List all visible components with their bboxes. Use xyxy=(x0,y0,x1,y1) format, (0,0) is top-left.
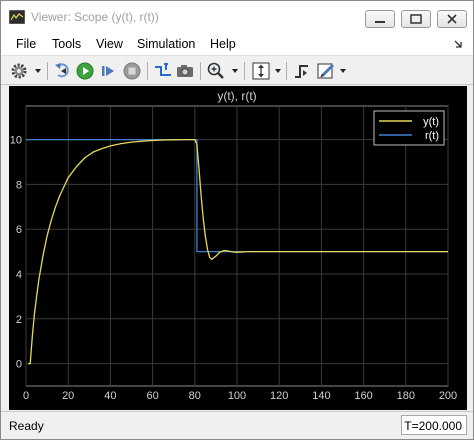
menu-help[interactable]: Help xyxy=(210,37,236,51)
scale-axes-icon[interactable] xyxy=(251,61,271,81)
toolbar-separator xyxy=(147,62,148,80)
scope-app-icon xyxy=(9,10,25,24)
gear-icon[interactable] xyxy=(9,61,29,81)
menu-simulation[interactable]: Simulation xyxy=(137,37,195,51)
run-icon[interactable] xyxy=(75,61,95,81)
x-tick-label: 100 xyxy=(228,390,246,402)
x-tick-label: 40 xyxy=(104,390,116,402)
y-tick-label: 4 xyxy=(16,269,22,281)
toolbar-separator xyxy=(47,62,48,80)
style-dropdown-icon[interactable] xyxy=(340,69,346,73)
close-button[interactable] xyxy=(437,10,467,28)
x-tick-label: 0 xyxy=(23,390,29,402)
x-tick-label: 200 xyxy=(439,390,457,402)
step-back-icon[interactable] xyxy=(53,61,73,81)
menu-view[interactable]: View xyxy=(96,37,123,51)
zoom-icon[interactable] xyxy=(206,61,226,81)
scope-window: Viewer: Scope (y(t), r(t)) File Tools Vi… xyxy=(0,0,474,440)
simulation-time: T=200.000 xyxy=(404,419,462,433)
x-tick-label: 60 xyxy=(146,390,158,402)
toolbar-separator xyxy=(200,62,201,80)
toolbar xyxy=(1,55,473,85)
legend-label: y(t) xyxy=(423,116,439,128)
x-tick-label: 160 xyxy=(354,390,372,402)
title-bar[interactable]: Viewer: Scope (y(t), r(t)) xyxy=(1,1,473,33)
status-text: Ready xyxy=(9,419,44,433)
triggers-icon[interactable] xyxy=(292,61,312,81)
menu-tools[interactable]: Tools xyxy=(52,37,81,51)
x-tick-label: 140 xyxy=(312,390,330,402)
menu-file[interactable]: File xyxy=(16,37,36,51)
zoom-dropdown-icon[interactable] xyxy=(232,69,238,73)
simulation-time-box: T=200.000 xyxy=(401,415,467,435)
toolbar-separator xyxy=(244,62,245,80)
y-tick-label: 10 xyxy=(10,135,22,147)
dock-arrow-icon[interactable] xyxy=(453,38,463,52)
step-forward-icon[interactable] xyxy=(99,61,119,81)
minimize-button[interactable] xyxy=(365,10,395,28)
window-title: Viewer: Scope (y(t), r(t)) xyxy=(31,10,159,24)
x-tick-label: 120 xyxy=(270,390,288,402)
maximize-button[interactable] xyxy=(401,10,431,28)
camera-icon[interactable] xyxy=(175,61,195,81)
menu-bar: File Tools View Simulation Help xyxy=(1,33,473,55)
scale-dropdown-icon[interactable] xyxy=(275,69,281,73)
y-tick-label: 0 xyxy=(16,359,22,371)
x-tick-label: 80 xyxy=(189,390,201,402)
x-tick-label: 180 xyxy=(397,390,415,402)
x-tick-label: 20 xyxy=(62,390,74,402)
stop-icon[interactable] xyxy=(122,61,142,81)
y-tick-label: 2 xyxy=(16,314,22,326)
chart-title: y(t), r(t) xyxy=(217,89,256,103)
highlight-icon[interactable] xyxy=(153,61,173,81)
scope-chart[interactable]: 0 20 40 60 80 100 120 140 160 180 200 0 2 4 6 8 10 y(t), … xyxy=(9,86,467,410)
y-tick-label: 8 xyxy=(16,179,22,191)
legend-label: r(t) xyxy=(425,130,439,142)
status-bar: Ready T=200.000 xyxy=(1,411,473,439)
scope-plot-area[interactable]: 0 20 40 60 80 100 120 140 160 180 200 0 2 4 6 8 10 y(t), … xyxy=(9,86,467,410)
style-icon[interactable] xyxy=(316,61,336,81)
y-tick-label: 6 xyxy=(16,224,22,236)
settings-dropdown-icon[interactable] xyxy=(35,69,41,73)
toolbar-separator xyxy=(286,62,287,80)
